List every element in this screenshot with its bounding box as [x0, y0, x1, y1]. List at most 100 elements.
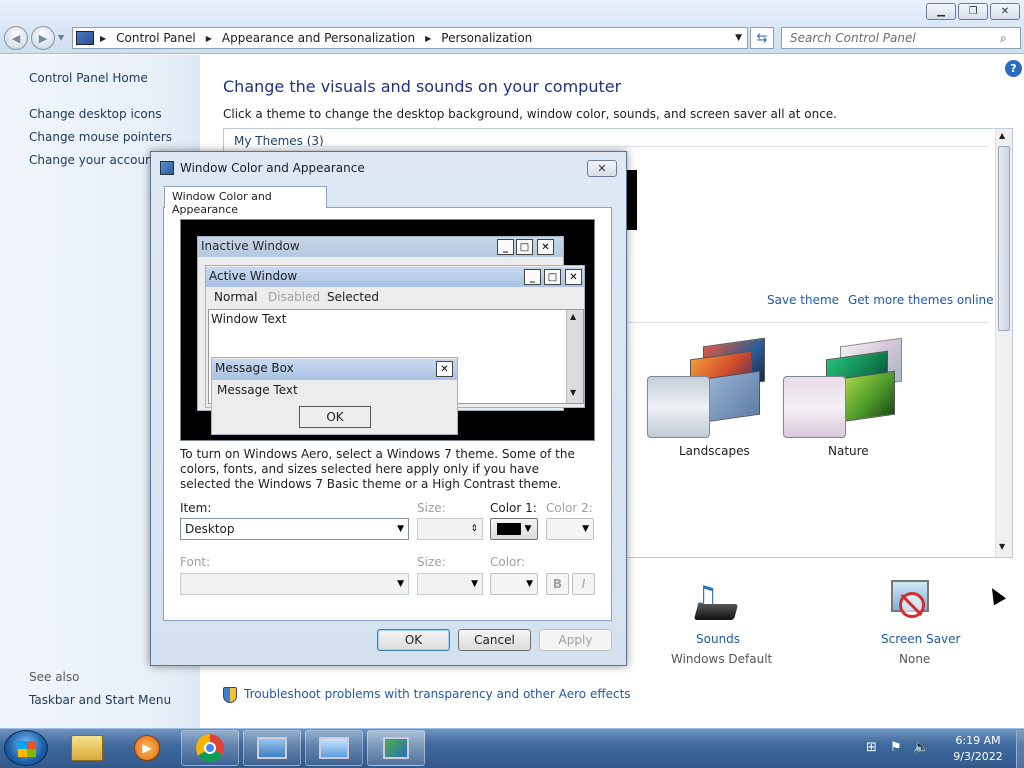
chevron-down-icon: ▼ [471, 579, 478, 589]
sounds-value: Windows Default [671, 652, 773, 666]
search-input[interactable] [790, 31, 1000, 45]
font-label: Font: [180, 555, 211, 569]
landscapes-theme-thumbnail[interactable] [647, 376, 710, 438]
sounds-link[interactable]: Sounds [696, 632, 740, 646]
window-color-icon [383, 737, 409, 759]
item-label: Item: [180, 501, 212, 515]
search-icon[interactable]: ⌕ [1000, 31, 1007, 46]
taskbar-chrome[interactable] [181, 730, 239, 766]
control-panel-icon [319, 737, 349, 759]
menu-normal: Normal [214, 290, 258, 304]
close-icon: ✕ [537, 239, 554, 255]
screen-saver-icon[interactable] [889, 578, 937, 626]
tab-window-color[interactable]: Window Color and Appearance [164, 186, 327, 216]
chevron-down-icon: ▼ [397, 524, 404, 534]
maximize-icon: □ [544, 269, 561, 285]
message-box-title: Message Box [212, 359, 457, 380]
nature-theme-thumbnail[interactable] [783, 376, 846, 438]
see-also-heading: See also [29, 670, 80, 684]
chevron-down-icon: ▼ [526, 579, 533, 589]
close-icon: ✕ [436, 361, 453, 377]
breadcrumb-personalization[interactable]: Personalization [441, 31, 532, 45]
save-theme-link[interactable]: Save theme [767, 293, 839, 307]
color1-picker[interactable]: ▼ [490, 518, 538, 540]
forward-arrow-icon: ▶ [38, 31, 48, 45]
breadcrumb-appearance[interactable]: Appearance and Personalization [222, 31, 415, 45]
size-spinner[interactable]: ⇕ [417, 518, 483, 540]
page-title: Change the visuals and sounds on your co… [223, 77, 622, 96]
cancel-button[interactable]: Cancel [458, 629, 531, 651]
taskbar-clock[interactable]: 6:19 AM 9/3/2022 [938, 733, 1018, 765]
dialog-app-icon [160, 161, 174, 175]
chevron-down-icon: ▼ [582, 524, 589, 534]
taskbar-control-panel[interactable] [305, 730, 363, 766]
color2-label: Color 2: [546, 501, 593, 515]
get-more-themes-link[interactable]: Get more themes online [848, 293, 994, 307]
recent-pages-chevron-icon[interactable]: ▼ [58, 33, 64, 42]
message-text: Message Text [217, 383, 298, 397]
close-button[interactable]: ✕ [990, 3, 1020, 20]
taskbar-media-player[interactable]: ▶ [118, 730, 176, 766]
minimize-icon: _ [497, 239, 514, 255]
font-select[interactable]: ▼ [180, 573, 409, 595]
sidebar-link-taskbar[interactable]: Taskbar and Start Menu [29, 693, 171, 707]
screen-saver-value: None [899, 652, 931, 666]
shield-icon [223, 687, 237, 703]
preview-scrollbar: ▲ ▼ [566, 310, 583, 403]
theme-name-nature[interactable]: Nature [828, 444, 869, 458]
apply-button[interactable]: Apply [539, 629, 612, 651]
start-button[interactable] [4, 730, 48, 766]
sounds-icon[interactable]: ♫ [692, 580, 740, 626]
screen-saver-link[interactable]: Screen Saver [881, 632, 960, 646]
color1-swatch [496, 523, 521, 535]
address-bar[interactable]: ▶ Control Panel ▶ Appearance and Persona… [72, 27, 748, 49]
item-select[interactable]: Desktop ▼ [180, 518, 409, 540]
font-size-select[interactable]: ▼ [417, 573, 483, 595]
troubleshoot-link[interactable]: Troubleshoot problems with transparency … [244, 687, 631, 701]
taskbar-personalization[interactable] [243, 730, 301, 766]
show-desktop-button[interactable] [1016, 730, 1024, 768]
bold-button[interactable]: B [546, 573, 569, 595]
taskbar-explorer[interactable] [58, 730, 116, 766]
window-titlebar [0, 0, 1024, 24]
italic-button[interactable]: I [572, 573, 595, 595]
theme-name-landscapes[interactable]: Landscapes [679, 444, 750, 458]
action-center-icon[interactable]: ⚑ [890, 740, 902, 755]
refresh-button[interactable]: ⇆ [750, 27, 774, 49]
scroll-down-icon[interactable]: ▼ [999, 542, 1005, 551]
volume-icon[interactable]: 🔈 [913, 740, 929, 755]
color1-label: Color 1: [490, 501, 537, 515]
font-color-label: Color: [490, 555, 526, 569]
help-icon[interactable]: ? [1005, 60, 1022, 77]
breadcrumb-control-panel[interactable]: Control Panel [116, 31, 196, 45]
menu-selected: Selected [327, 290, 380, 304]
font-size-label: Size: [417, 555, 446, 569]
search-box[interactable]: ⌕ [781, 27, 1021, 49]
address-dropdown-icon[interactable]: ▼ [735, 33, 742, 43]
divider [287, 146, 987, 147]
taskbar-window-color[interactable] [367, 730, 425, 766]
network-icon[interactable]: ⊞ [866, 740, 877, 755]
clock-time: 6:19 AM [955, 734, 1001, 747]
dialog-close-button[interactable]: ✕ [587, 160, 617, 177]
sidebar-link-account-picture[interactable]: Change your account p [29, 153, 169, 167]
forward-button[interactable]: ▶ [31, 26, 55, 50]
back-arrow-icon: ◀ [11, 31, 21, 45]
display-icon [257, 737, 287, 759]
maximize-icon: □ [516, 239, 533, 255]
close-icon: ✕ [597, 162, 607, 175]
scroll-up-icon[interactable]: ▲ [999, 131, 1005, 140]
back-button[interactable]: ◀ [4, 26, 28, 50]
scroll-thumb[interactable] [998, 146, 1010, 331]
sidebar-link-home[interactable]: Control Panel Home [29, 71, 148, 85]
maximize-button[interactable]: ❐ [958, 3, 988, 20]
sidebar-link-mouse-pointers[interactable]: Change mouse pointers [29, 130, 172, 144]
sidebar-link-desktop-icons[interactable]: Change desktop icons [29, 107, 162, 121]
color2-picker[interactable]: ▼ [546, 518, 594, 540]
minimize-button[interactable]: ▁ [926, 3, 956, 20]
breadcrumb-separator-icon: ▶ [100, 33, 107, 43]
size-label: Size: [417, 501, 446, 515]
ok-button[interactable]: OK [377, 629, 450, 651]
themes-scrollbar[interactable]: ▲ ▼ [995, 129, 1012, 557]
font-color-picker[interactable]: ▼ [490, 573, 538, 595]
